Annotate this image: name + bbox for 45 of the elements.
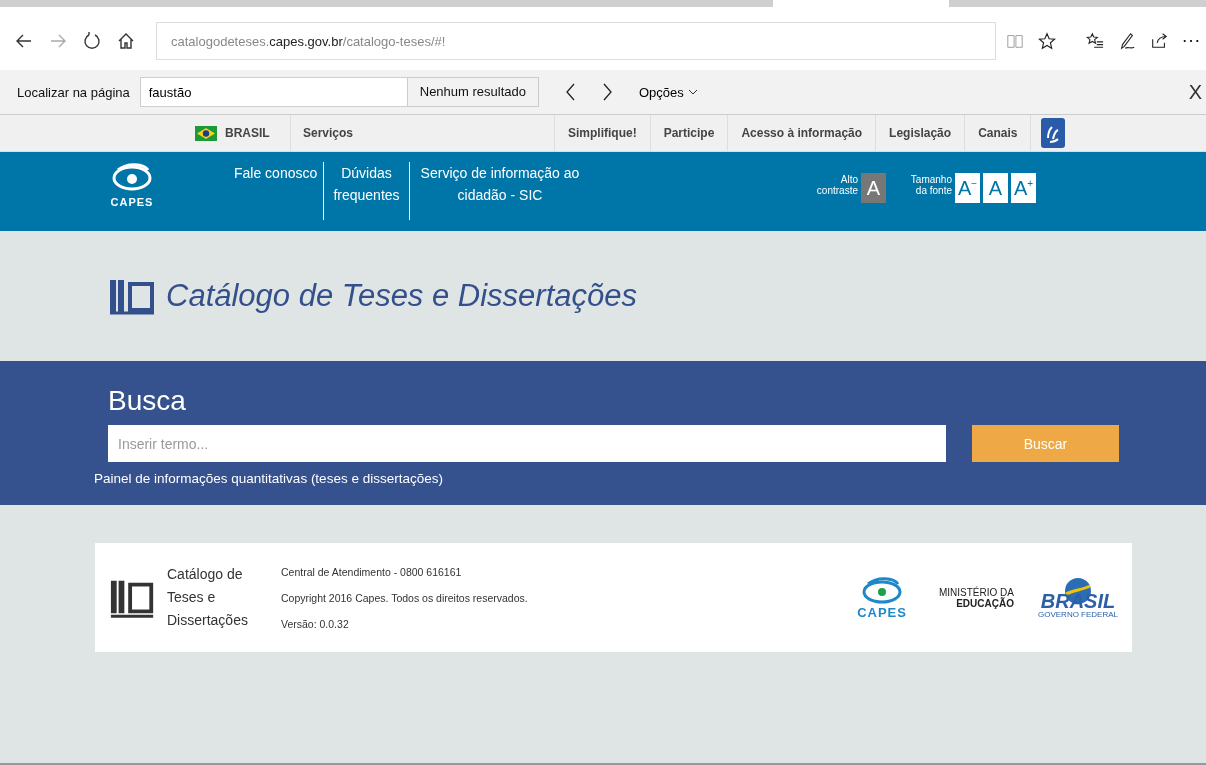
contrast-button[interactable]: A: [861, 173, 886, 203]
share-icon[interactable]: [1150, 32, 1168, 50]
gov-link[interactable]: Simplifique!: [555, 115, 651, 151]
ministry-name: EDUCAÇÃO: [956, 597, 1014, 609]
ministry-text: MINISTÉRIO DA: [938, 586, 1014, 598]
gov-link[interactable]: Participe: [650, 115, 729, 151]
brasil-link[interactable]: BRASIL: [225, 126, 270, 140]
search-field[interactable]: Inserir termo...: [108, 425, 946, 462]
font-size-button[interactable]: A$^{+}$: [1011, 173, 1036, 203]
nav-link[interactable]: Serviço de informação ao cidadão - SIC: [410, 162, 590, 220]
options-button[interactable]: Opções: [633, 83, 704, 101]
brasil-logo-subtitle: GOVERNO FEDERAL: [1038, 610, 1118, 619]
star-icon[interactable]: [1038, 32, 1056, 50]
footer-logo-text: Catálogo de Teses e Dissertações: [167, 565, 249, 630]
gov-link[interactable]: Canais: [965, 115, 1032, 151]
home-icon[interactable]: [116, 31, 136, 51]
footer-text: Versão: 0.0.32: [281, 617, 350, 630]
gov-link[interactable]: Legislação: [876, 115, 966, 151]
flag-icon: [195, 125, 217, 141]
stats-panel-link[interactable]: Painel de informações quantitativas (teses e dissertações): [94, 471, 1206, 486]
address-field[interactable]: catalogodeteses.capes.gov.br/catalogo-teses/#!: [156, 22, 996, 60]
find-label: Localizar na página: [16, 84, 131, 100]
caret-icon: [687, 89, 698, 95]
capes-logo-text: CAPES: [110, 196, 154, 208]
gov-link[interactable]: Acesso à informação: [728, 115, 877, 151]
sign-language-icon[interactable]: [1041, 118, 1066, 148]
close-button[interactable]: X: [1184, 80, 1206, 104]
services-link[interactable]: Serviços: [291, 115, 555, 151]
font-size-button[interactable]: A$^{−}$: [955, 173, 980, 203]
find-field[interactable]: faustão: [139, 77, 408, 107]
page-title: Catálogo de Teses e Dissertações: [166, 278, 637, 314]
refresh-icon[interactable]: [82, 31, 102, 51]
capes-logo-icon: [110, 162, 154, 192]
contrast-label: Alto contraste: [815, 174, 858, 196]
search-heading: Busca: [108, 385, 187, 417]
font-size-label: Tamanho da fonte: [909, 174, 952, 196]
find-result: Nenhum resultado: [407, 77, 539, 107]
pen-icon[interactable]: [1118, 32, 1136, 50]
capes-logo-text: CAPES: [857, 605, 907, 620]
nav-link[interactable]: Dúvidas frequentes: [324, 162, 410, 220]
footer-text: Central de Atendimento - 0800 616161: [281, 565, 463, 578]
favorites-icon[interactable]: [1086, 32, 1104, 50]
nav-link[interactable]: Fale conosco: [228, 162, 324, 220]
footer-text: Copyright 2016 Capes. Todos os direitos reservados.: [281, 591, 528, 604]
font-size-button[interactable]: A: [983, 173, 1008, 203]
